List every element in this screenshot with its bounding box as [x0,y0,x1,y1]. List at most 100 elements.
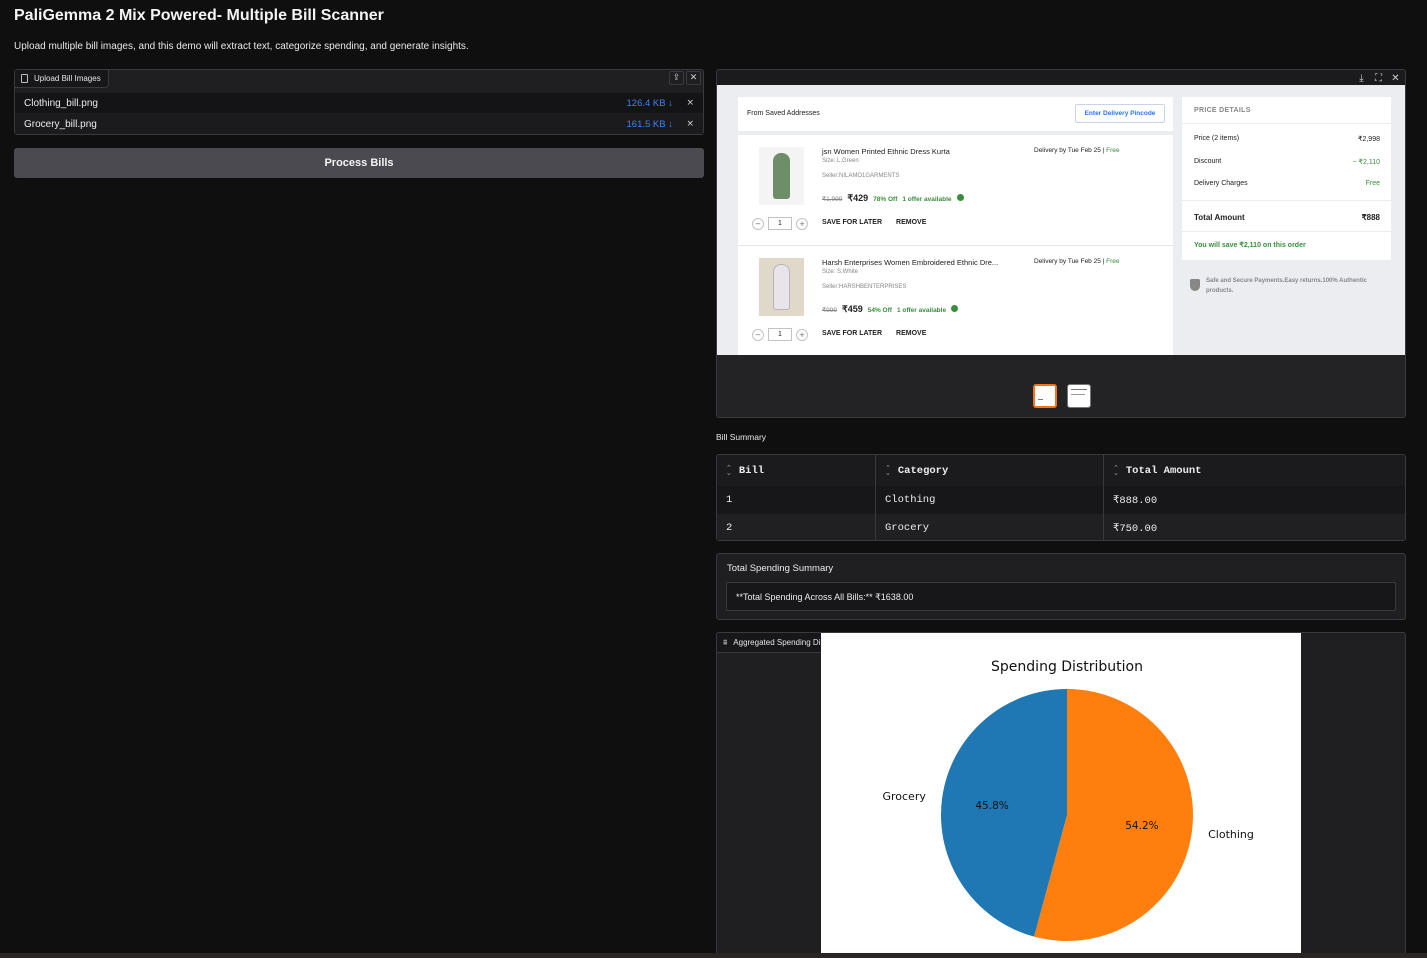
upload-icon[interactable]: ⇪ [669,71,684,85]
product-seller: Seller:NILAMO1GARMENTS [822,173,900,179]
plus-icon: + [796,217,808,230]
total-amount-row: Total Amount ₹888 [1194,213,1380,222]
delivery-text: Delivery by Tue Feb 25 | [1034,147,1107,154]
new-price: ₹429 [847,193,869,203]
thumbnail[interactable] [1067,384,1091,408]
product-title: Harsh Enterprises Women Embroidered Ethn… [822,258,999,267]
column-label: Bill [738,464,765,477]
delivery-info: Delivery by Tue Feb 25 | Free [1034,147,1120,154]
file-row[interactable]: Clothing_bill.png 126.4 KB ↓ × [15,93,703,113]
file-size-download-link[interactable]: 126.4 KB ↓ [627,98,673,109]
price-row: Discount − ₹2,110 [1194,158,1380,166]
cart-item: Harsh Enterprises Women Embroidered Ethn… [738,245,1173,355]
column-header-category[interactable]: ⌃ ⌄ Category [876,455,1104,486]
product-price: ₹999 ₹459 54% Off 1 offer available [822,304,959,315]
bill-summary-label: Bill Summary [716,432,767,442]
save-for-later: SAVE FOR LATER [822,330,883,337]
bill-summary-table: ⌃ ⌄ Bill ⌃ ⌄ Category ⌃ ⌄ Total Amount 1 Cloth… [716,454,1406,541]
cart-items: jsn Women Printed Ethnic Dress Kurta Siz… [738,135,1173,355]
table-row: 2 Grocery ₹750.00 [717,514,1405,540]
quantity-value: 1 [768,217,792,230]
product-size: Size: L,Green [822,158,859,164]
minus-icon: − [752,328,764,341]
bottom-strip [0,953,1427,958]
address-card: From Saved Addresses Enter Delivery Pinc… [738,97,1173,131]
delivery-free: Free [1106,147,1120,154]
download-icon[interactable]: ⤓ [1354,71,1369,85]
table-header: ⌃ ⌄ Bill ⌃ ⌄ Category ⌃ ⌄ Total Amount [717,455,1405,486]
column-label: Total Amount [1125,464,1202,477]
total-amount-label: Total Amount [1194,213,1245,222]
upload-label-text: Upload Bill Images [34,74,101,83]
price-row-value: − ₹2,110 [1352,159,1380,166]
old-price: ₹999 [822,307,837,314]
chart-title: Spending Distribution [991,659,1143,675]
product-seller: Seller:HARSHBENTERPRISES [822,284,907,290]
file-size-download-link[interactable]: 161.5 KB ↓ [627,119,673,130]
product-image [759,147,804,205]
secure-payments: Safe and Secure Payments.Easy returns.10… [1190,276,1380,296]
fullscreen-icon[interactable]: ⛶ [1371,71,1386,85]
file-icon [21,74,28,83]
quantity-stepper: − 1 + [752,217,808,230]
minus-icon: − [752,217,764,230]
table-row: 1 Clothing ₹888.00 [717,486,1405,514]
image-gallery[interactable]: ⤓ ⛶ ✕ From Saved Addresses Enter Deliver… [716,69,1406,418]
bill-image-preview[interactable]: From Saved Addresses Enter Delivery Pinc… [717,85,1405,355]
sort-icon: ⌃ ⌄ [726,463,732,477]
offer-text: 1 offer available [902,196,952,203]
table-cell[interactable]: Grocery [876,514,1104,540]
secure-text: Safe and Secure Payments.Easy returns.10… [1206,278,1367,294]
savings-text: You will save ₹2,110 on this order [1194,242,1306,249]
close-icon[interactable]: ✕ [1388,71,1403,85]
product-title: jsn Women Printed Ethnic Dress Kurta [822,147,950,156]
pie-chart: Spending Distribution 54.2% Clothing 45.8%… [821,633,1301,958]
discount-percent: 78% Off [873,196,898,203]
upload-panel[interactable]: Upload Bill Images ⇪ ✕ Clothing_bill.png… [14,69,704,135]
pie-percent-label: 45.8% [975,800,1008,812]
table-cell[interactable]: ₹750.00 [1104,514,1405,540]
table-cell[interactable]: 1 [717,486,876,514]
info-icon [956,194,964,201]
remove-item: REMOVE [896,219,927,226]
remove-file-button[interactable]: × [686,98,694,108]
quantity-stepper: − 1 + [752,328,808,341]
chart-icon: ⩩ [723,637,728,647]
upload-tools: ⇪ ✕ [669,71,701,85]
table-cell[interactable]: ₹888.00 [1104,486,1405,514]
column-header-total-amount[interactable]: ⌃ ⌄ Total Amount [1104,455,1405,486]
cart-item: jsn Women Printed Ethnic Dress Kurta Siz… [738,135,1173,245]
total-spending-label: Total Spending Summary [727,563,834,574]
shield-icon [1190,279,1200,291]
table-cell[interactable]: 2 [717,514,876,540]
remove-file-button[interactable]: × [686,119,694,129]
total-spending-text: **Total Spending Across All Bills:** ₹16… [726,582,1396,611]
price-row: Price (2 items) ₹2,998 [1194,135,1380,143]
table-cell[interactable]: Clothing [876,486,1104,514]
upload-label: Upload Bill Images [15,70,109,88]
app-description: Upload multiple bill images, and this de… [14,41,469,52]
remove-item: REMOVE [896,330,927,337]
item-actions: SAVE FOR LATER REMOVE [822,219,926,226]
file-name: Grocery_bill.png [24,118,97,130]
address-text: From Saved Addresses [747,110,820,117]
old-price: ₹1,999 [822,196,843,203]
column-header-bill[interactable]: ⌃ ⌄ Bill [717,455,876,486]
quantity-value: 1 [768,328,792,341]
app-title: PaliGemma 2 Mix Powered- Multiple Bill S… [14,7,384,24]
offer-text: 1 offer available [896,307,947,314]
delivery-info: Delivery by Tue Feb 25 | Free [1034,258,1120,265]
enter-pincode-button: Enter Delivery Pincode [1075,104,1165,123]
close-icon[interactable]: ✕ [686,71,701,85]
plus-icon: + [796,328,808,341]
price-row: Delivery Charges Free [1194,180,1380,187]
process-bills-button[interactable]: Process Bills [14,148,704,178]
total-amount-value: ₹888 [1361,213,1380,222]
price-row-label: Delivery Charges [1194,180,1248,187]
total-spending-box: Total Spending Summary **Total Spending … [716,553,1406,620]
price-row-value: Free [1365,180,1380,187]
pie-percent-label: 54.2% [1125,820,1158,832]
discount-percent: 54% Off [867,307,892,314]
thumbnail-selected[interactable] [1033,384,1057,408]
file-row[interactable]: Grocery_bill.png 161.5 KB ↓ × [15,114,703,134]
